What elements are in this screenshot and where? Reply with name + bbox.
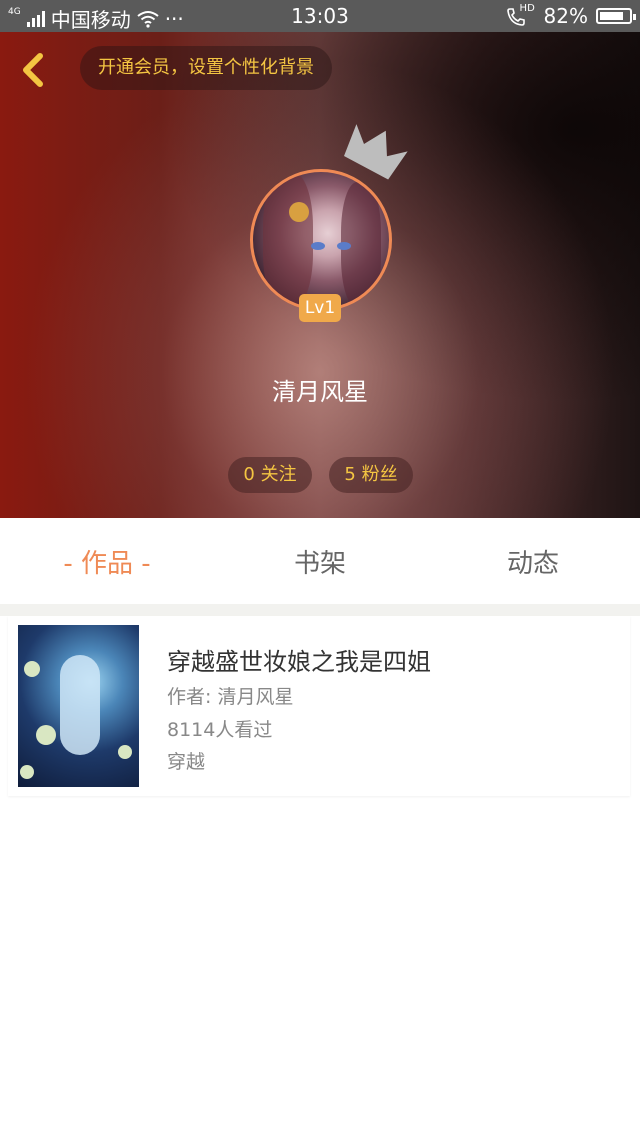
book-cover[interactable] bbox=[18, 625, 139, 787]
battery-percent: 82% bbox=[543, 4, 588, 28]
status-right: HD 82% bbox=[506, 3, 636, 28]
book-author: 作者: 清月风星 bbox=[167, 686, 294, 708]
tab-bookshelf[interactable]: 书架 bbox=[213, 518, 427, 604]
tab-works[interactable]: - 作品 - bbox=[0, 518, 214, 604]
following-count-button[interactable]: 0 关注 bbox=[228, 457, 312, 493]
hd-call-icon: HD bbox=[506, 3, 536, 26]
book-title[interactable]: 穿越盛世妆娘之我是四姐 bbox=[167, 642, 431, 677]
vip-background-button[interactable]: 开通会员，设置个性化背景 bbox=[80, 46, 332, 90]
username: 清月风星 bbox=[272, 378, 368, 406]
level-badge: Lv1 bbox=[299, 294, 341, 322]
status-bar: 4G 中国移动 ··· 13:03 HD 82% bbox=[0, 0, 640, 32]
chevron-left-icon bbox=[23, 53, 43, 87]
fans-count-button[interactable]: 5 粉丝 bbox=[329, 457, 413, 493]
avatar[interactable] bbox=[250, 169, 392, 311]
profile-tabs: - 作品 - 书架 动态 bbox=[0, 518, 640, 604]
section-divider bbox=[0, 604, 640, 616]
tab-activity[interactable]: 动态 bbox=[426, 518, 640, 604]
back-button[interactable] bbox=[14, 50, 54, 90]
book-card[interactable]: 穿越盛世妆娘之我是四姐 作者: 清月风星 8114人看过 穿越 bbox=[8, 616, 630, 796]
hd-label: HD bbox=[519, 3, 535, 14]
battery-fill bbox=[600, 12, 623, 20]
book-category: 穿越 bbox=[167, 751, 206, 773]
battery-icon bbox=[596, 8, 636, 24]
profile-header: 开通会员，设置个性化背景 Lv1 清月风星 0 关注 5 粉丝 bbox=[0, 32, 640, 518]
crown-icon bbox=[344, 124, 408, 180]
book-view-count: 8114人看过 bbox=[167, 719, 273, 741]
